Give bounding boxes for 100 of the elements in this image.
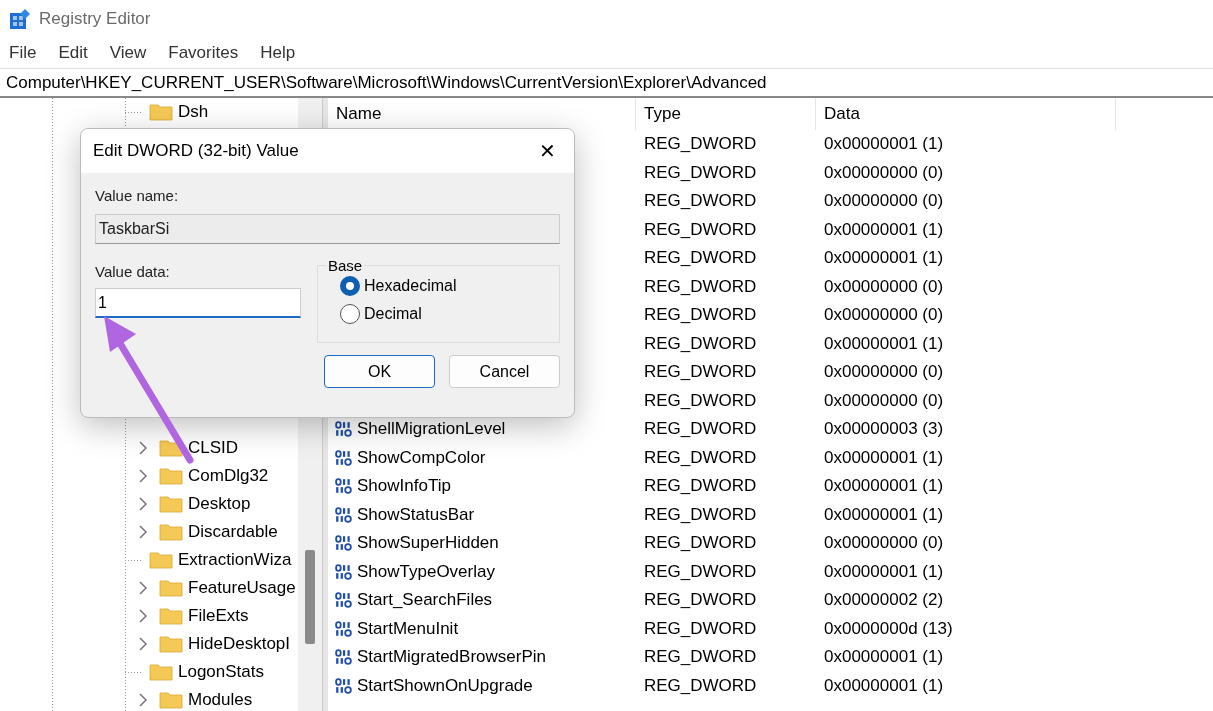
folder-icon [149, 103, 173, 121]
folder-icon [159, 691, 183, 709]
tree-item[interactable]: ComDlg32 [188, 466, 269, 486]
cancel-button[interactable]: Cancel [449, 355, 560, 388]
table-cell-text: 0x00000000 (0) [823, 305, 945, 326]
value-name[interactable]: ShellMigrationLevel [357, 419, 506, 440]
close-button[interactable]: ✕ [533, 135, 562, 167]
value-name[interactable]: ShowTypeOverlay [357, 561, 495, 582]
table-cell-text: REG_DWORD [643, 219, 758, 240]
value-name[interactable]: ShowStatusBar [357, 504, 475, 525]
radio-option[interactable]: Decimal [340, 304, 559, 324]
table-cell-text: REG_DWORD [643, 276, 758, 297]
folder-icon [159, 635, 183, 653]
table-cell-text: 0x00000001 (1) [823, 447, 945, 468]
table-cell-text: REG_DWORD [643, 134, 758, 155]
menu-item[interactable]: Help [260, 43, 296, 63]
chevron-right-icon[interactable] [138, 637, 148, 651]
table-cell-text: REG_DWORD [643, 590, 758, 611]
table-cell-text: 0x00000000 (0) [823, 362, 945, 383]
table-cell-text: REG_DWORD [643, 675, 758, 696]
chevron-right-icon[interactable] [138, 497, 148, 511]
table-cell-text: REG_DWORD [643, 162, 758, 183]
menu-item[interactable]: Favorites [168, 43, 239, 63]
table-cell-text: REG_DWORD [643, 191, 758, 212]
binary-value-icon [335, 592, 352, 609]
value-name[interactable]: StartMenuInit [357, 618, 459, 639]
table-cell-text: REG_DWORD [643, 533, 758, 554]
table-cell-text: REG_DWORD [643, 333, 758, 354]
tree-item[interactable]: Modules [188, 690, 253, 710]
table-cell-text: 0x00000000 (0) [823, 162, 945, 183]
value-name[interactable]: ShowSuperHidden [357, 533, 499, 554]
binary-value-icon [335, 677, 352, 694]
table-cell-text: REG_DWORD [643, 618, 758, 639]
table-cell-text: 0x00000001 (1) [823, 504, 945, 525]
binary-value-icon [335, 649, 352, 666]
dialog-title: Edit DWORD (32-bit) Value [93, 141, 299, 161]
column-header[interactable]: Data [816, 98, 1116, 130]
menu-item[interactable]: View [109, 43, 147, 63]
table-cell-text: REG_DWORD [643, 447, 758, 468]
address-bar[interactable]: Computer\HKEY_CURRENT_USER\Software\Microsoft\Windows\CurrentVersion\Explorer\Advanced [0, 68, 1213, 98]
table-cell-text: REG_DWORD [643, 476, 758, 497]
folder-icon [159, 523, 183, 541]
radio-button[interactable] [340, 304, 360, 324]
binary-value-icon [335, 478, 352, 495]
chevron-right-icon[interactable] [138, 441, 148, 455]
table-cell-text: 0x00000001 (1) [823, 134, 945, 155]
table-cell-text: 0x00000001 (1) [823, 219, 945, 240]
chevron-right-icon[interactable] [138, 581, 148, 595]
table-cell-text: REG_DWORD [643, 248, 758, 269]
ok-button[interactable]: OK [324, 355, 435, 388]
table-cell-text: 0x0000000d (13) [823, 618, 954, 639]
binary-value-icon [335, 563, 352, 580]
binary-value-icon [335, 535, 352, 552]
table-cell-text: 0x00000001 (1) [823, 333, 945, 354]
tree-item[interactable]: FileExts [188, 606, 249, 626]
radio-option[interactable]: Hexadecimal [340, 276, 559, 296]
tree-item[interactable]: Discardable [188, 522, 278, 542]
folder-icon [159, 467, 183, 485]
value-name[interactable]: StartShownOnUpgrade [357, 675, 533, 696]
tree-item[interactable]: HideDesktopI [188, 634, 291, 654]
table-cell-text: REG_DWORD [643, 504, 758, 525]
value-name[interactable]: ShowInfoTip [357, 476, 451, 497]
chevron-right-icon[interactable] [138, 525, 148, 539]
binary-value-icon [335, 449, 352, 466]
value-name[interactable]: ShowCompColor [357, 447, 486, 468]
folder-icon [149, 551, 173, 569]
table-cell-text: REG_DWORD [643, 362, 758, 383]
tree-item[interactable]: LogonStats [178, 662, 264, 682]
table-cell-text: 0x00000002 (2) [823, 590, 945, 611]
value-data-field[interactable]: 1 [95, 288, 301, 318]
tree-item[interactable]: Dsh [178, 102, 209, 122]
table-cell-text: 0x00000001 (1) [823, 561, 945, 582]
window-title: Registry Editor [39, 9, 151, 29]
tree-item[interactable]: ExtractionWiza [178, 550, 292, 570]
field-label: Value name: [95, 187, 180, 204]
table-cell-text: REG_DWORD [643, 305, 758, 326]
chevron-right-icon[interactable] [138, 693, 148, 707]
registry-cubes-icon [9, 8, 31, 30]
tree-item[interactable]: FeatureUsage [188, 578, 296, 598]
tree-item[interactable]: CLSID [188, 438, 239, 458]
binary-value-icon [335, 620, 352, 637]
menu-item[interactable]: File [9, 43, 37, 63]
folder-icon [159, 607, 183, 625]
menu-item[interactable]: Edit [58, 43, 88, 63]
table-cell-text: 0x00000001 (1) [823, 476, 945, 497]
value-name-field[interactable]: TaskbarSi [95, 214, 560, 244]
table-cell-text: REG_DWORD [643, 647, 758, 668]
column-header[interactable]: Type [636, 98, 816, 130]
table-cell-text: 0x00000000 (0) [823, 533, 945, 554]
table-cell-text: 0x00000003 (3) [823, 419, 945, 440]
table-cell-text: 0x00000001 (1) [823, 647, 945, 668]
value-name[interactable]: Start_SearchFiles [357, 590, 493, 611]
chevron-right-icon[interactable] [138, 469, 148, 483]
chevron-right-icon[interactable] [138, 609, 148, 623]
folder-icon [159, 579, 183, 597]
tree-item[interactable]: Desktop [188, 494, 251, 514]
table-cell-text: REG_DWORD [643, 419, 758, 440]
value-name[interactable]: StartMigratedBrowserPin [357, 647, 546, 668]
radio-button[interactable] [340, 276, 360, 296]
folder-icon [149, 663, 173, 681]
